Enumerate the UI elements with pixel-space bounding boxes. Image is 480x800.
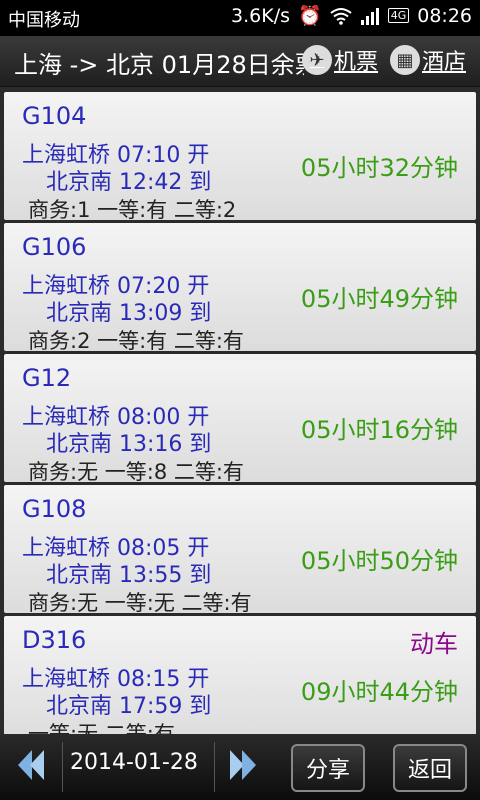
train-number: G106	[22, 233, 87, 261]
carrier-name: 中国移动	[8, 10, 80, 31]
arrival: 北京南 13:16 到	[46, 432, 212, 457]
previous-day-icon[interactable]	[16, 748, 46, 782]
next-day-icon[interactable]	[228, 748, 258, 782]
divider	[214, 742, 215, 792]
hotel-label: 酒店	[422, 50, 467, 75]
train-number: D316	[22, 626, 87, 654]
train-number: G104	[22, 102, 87, 130]
network-type-badge: 4G	[387, 8, 410, 23]
share-button[interactable]: 分享	[291, 744, 365, 792]
train-card[interactable]: G104 上海虹桥 07:10 开 北京南 12:42 到 05小时32分钟 商…	[4, 92, 476, 222]
status-bar: 中国移动 3.6K/s ⏰ 4G 08:26	[0, 0, 480, 36]
header-bar: 上海 -> 北京 01月28日余票 ✈ 机票 ▦ 酒店	[0, 36, 480, 87]
flight-label: 机票	[334, 50, 379, 75]
train-list[interactable]: G104 上海虹桥 07:10 开 北京南 12:42 到 05小时32分钟 商…	[0, 88, 480, 734]
flight-button[interactable]: ✈ 机票	[302, 44, 378, 76]
seat-availability: 商务:无 一等:8 二等:有	[28, 460, 244, 484]
building-icon: ▦	[390, 45, 420, 75]
selected-date[interactable]: 2014-01-28	[70, 750, 198, 775]
arrival: 北京南 17:59 到	[46, 694, 212, 719]
train-card[interactable]: D316 动车 上海虹桥 08:15 开 北京南 17:59 到 09小时44分…	[4, 616, 476, 734]
alarm-icon: ⏰	[298, 5, 322, 27]
train-number: G108	[22, 495, 87, 523]
train-number: G12	[22, 364, 72, 392]
duration: 05小时50分钟	[300, 547, 458, 575]
train-card[interactable]: G108 上海虹桥 08:05 开 北京南 13:55 到 05小时50分钟 商…	[4, 485, 476, 615]
network-speed: 3.6K/s	[231, 4, 291, 27]
duration: 05小时32分钟	[300, 154, 458, 182]
arrival: 北京南 13:55 到	[46, 563, 212, 588]
arrival: 北京南 13:09 到	[46, 301, 212, 326]
hotel-button[interactable]: ▦ 酒店	[390, 44, 466, 76]
seat-availability: 商务:无 一等:无 二等:有	[28, 591, 252, 615]
train-card[interactable]: G106 上海虹桥 07:20 开 北京南 13:09 到 05小时49分钟 商…	[4, 223, 476, 353]
clock: 08:26	[417, 4, 472, 27]
arrival: 北京南 12:42 到	[46, 170, 212, 195]
footer-bar: 2014-01-28 分享 返回	[0, 734, 480, 800]
route-title: 上海 -> 北京 01月28日余票	[14, 51, 304, 79]
duration: 09小时44分钟	[300, 678, 458, 706]
wifi-icon	[330, 7, 352, 25]
status-icons: 3.6K/s ⏰ 4G 08:26	[231, 4, 472, 28]
signal-icon	[360, 7, 379, 25]
airplane-icon: ✈	[302, 45, 332, 75]
duration: 05小时49分钟	[300, 285, 458, 313]
duration: 05小时16分钟	[300, 416, 458, 444]
back-button[interactable]: 返回	[393, 744, 467, 792]
seat-availability: 商务:2 一等:有 二等:有	[28, 329, 244, 353]
train-card[interactable]: G12 上海虹桥 08:00 开 北京南 13:16 到 05小时16分钟 商务…	[4, 354, 476, 484]
train-type: 动车	[410, 630, 458, 658]
seat-availability: 一等:无 二等:有	[28, 722, 175, 734]
divider	[62, 742, 63, 792]
seat-availability: 商务:1 一等:有 二等:2	[28, 198, 237, 222]
